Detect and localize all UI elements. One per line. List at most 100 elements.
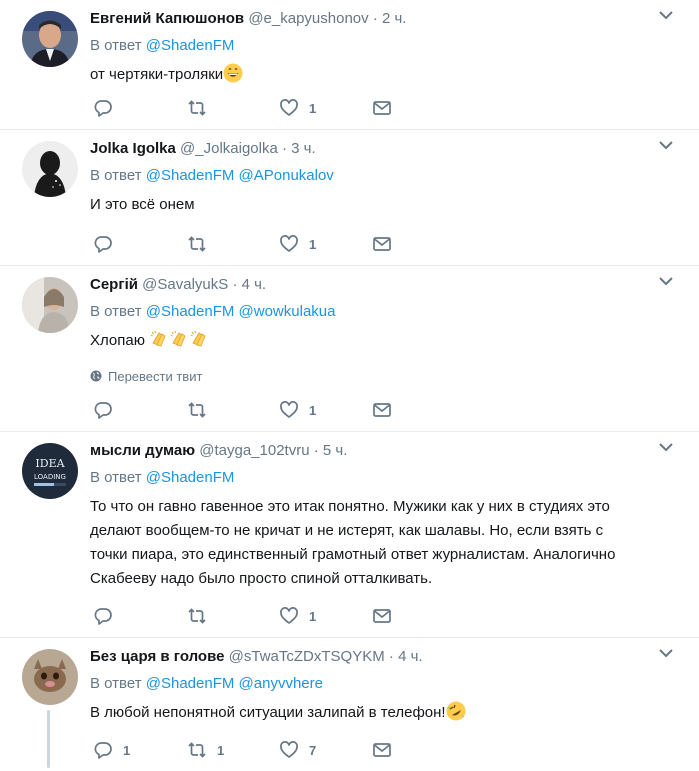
mention-link[interactable]: @ShadenFM [146,37,235,54]
like-button[interactable]: 1 [279,605,316,627]
reply-context: В ответ @ShadenFM @APonukalov [90,166,687,186]
user-handle[interactable]: @e_kapyushonov [248,10,368,27]
reply-context: В ответ @ShadenFM @anyvvhere [90,674,687,694]
direct-message-button[interactable] [372,97,392,119]
reply-button[interactable] [93,399,123,421]
reply-icon [94,402,112,419]
timestamp[interactable]: 4 ч. [242,276,267,293]
retweet-button[interactable] [187,97,217,119]
reply-button[interactable] [93,97,123,119]
retweet-count: 1 [217,742,225,758]
avatar-image [22,649,78,705]
tweet-feed: Евгений Капюшонов @e_kapyushonov · 2 ч. … [0,0,699,771]
avatar[interactable] [22,277,78,333]
mention-link[interactable]: @ShadenFM [146,469,235,486]
heart-icon [280,607,298,624]
envelope-icon [373,609,391,623]
user-handle[interactable]: @_Jolkaigolka [180,140,278,157]
avatar-text: LOADING [34,473,66,481]
user-handle[interactable]: @sTwaTcZDxTSQYKM [229,648,385,665]
reply-label: В ответ [90,303,142,320]
tweet-text-content: И это всё онем [90,196,195,213]
chevron-down-icon[interactable] [659,442,673,452]
display-name[interactable]: Без царя в голове [90,648,224,665]
tweet-text: от чертяки-троляки [90,63,687,87]
translate-label[interactable]: Перевести твит [108,369,202,384]
display-name[interactable]: мысли думаю [90,442,195,459]
direct-message-button[interactable] [372,399,392,421]
tweet[interactable]: Без царя в голове @sTwaTcZDxTSQYKM · 4 ч… [0,638,699,771]
envelope-icon [373,101,391,115]
timestamp[interactable]: 2 ч. [382,10,407,27]
heart-icon [280,401,298,418]
globe-icon [90,370,102,382]
reply-label: В ответ [90,675,142,692]
retweet-button[interactable] [187,399,217,421]
timestamp[interactable]: 4 ч. [398,648,423,665]
retweet-button[interactable] [187,233,217,255]
tweet-text: Хлопаю [90,329,687,353]
tweet[interactable]: Сергій @SavalyukS · 4 ч. В ответ @Shaden… [0,266,699,432]
reply-button[interactable] [93,605,123,627]
tweet-actions: 1 [90,605,410,627]
timestamp[interactable]: 5 ч. [323,442,348,459]
mention-link[interactable]: @wowkulakua [239,303,336,320]
like-count: 1 [309,100,317,116]
reply-context: В ответ @ShadenFM [90,36,687,56]
mention-link[interactable]: @ShadenFM [146,167,235,184]
separator-dot: · [313,442,319,459]
chevron-down-icon[interactable] [659,648,673,658]
chevron-down-icon[interactable] [659,140,673,150]
retweet-button[interactable] [187,605,217,627]
reply-button[interactable] [93,233,123,255]
like-button[interactable]: 1 [279,399,316,421]
avatar[interactable] [22,649,78,705]
display-name[interactable]: Евгений Капюшонов [90,10,244,27]
direct-message-button[interactable] [372,739,392,761]
retweet-icon [188,236,206,252]
tweet-header: Jolka Igolka @_Jolkaigolka · 3 ч. [90,139,687,159]
envelope-icon [373,403,391,417]
reply-label: В ответ [90,469,142,486]
direct-message-button[interactable] [372,605,392,627]
avatar[interactable] [22,141,78,197]
like-count: 1 [309,236,317,252]
timestamp[interactable]: 3 ч. [291,140,316,157]
user-handle[interactable]: @SavalyukS [142,276,228,293]
chevron-down-icon[interactable] [659,10,673,20]
reply-count: 1 [123,742,131,758]
avatar[interactable]: IDEA LOADING [22,443,78,499]
retweet-icon [188,742,206,758]
avatar-image [22,277,78,333]
display-name[interactable]: Jolka Igolka [90,140,176,157]
reply-icon [94,236,112,253]
chevron-down-icon[interactable] [659,276,673,286]
user-handle[interactable]: @tayga_102tvru [199,442,309,459]
tweet[interactable]: Jolka Igolka @_Jolkaigolka · 3 ч. В отве… [0,130,699,266]
reply-icon [94,742,112,759]
like-button[interactable]: 1 [279,97,316,119]
tweet-header: Сергій @SavalyukS · 4 ч. [90,275,687,295]
direct-message-button[interactable] [372,233,392,255]
like-button[interactable]: 1 [279,233,316,255]
mention-link[interactable]: @APonukalov [239,167,334,184]
separator-dot: · [282,140,287,157]
tweet-text-content: В любой непонятной ситуации залипай в те… [90,704,446,721]
display-name[interactable]: Сергій [90,276,138,293]
translate-tweet-link[interactable]: Перевести твит [90,367,687,385]
tweet-text-line: точки пиара, это единственный грамотный … [90,546,616,563]
retweet-button[interactable]: 1 [187,739,224,761]
like-button[interactable]: 7 [279,739,316,761]
mention-link[interactable]: @ShadenFM [146,303,235,320]
reply-button[interactable]: 1 [93,739,130,761]
mention-link[interactable]: @ShadenFM [146,675,235,692]
mention-link[interactable]: @anyvvhere [239,675,323,692]
tweet-text: В любой непонятной ситуации залипай в те… [90,701,687,725]
tweet-header: мысли думаю @tayga_102tvru · 5 ч. [90,441,687,461]
tweet-text-line: То что он гавно гавенное это итак понятн… [90,498,610,515]
tweet[interactable]: IDEA LOADING мысли думаю @tayga_102tvru … [0,432,699,638]
heart-icon [280,99,298,116]
avatar[interactable] [22,11,78,67]
reply-icon [94,100,112,117]
tweet[interactable]: Евгений Капюшонов @e_kapyushonov · 2 ч. … [0,0,699,130]
